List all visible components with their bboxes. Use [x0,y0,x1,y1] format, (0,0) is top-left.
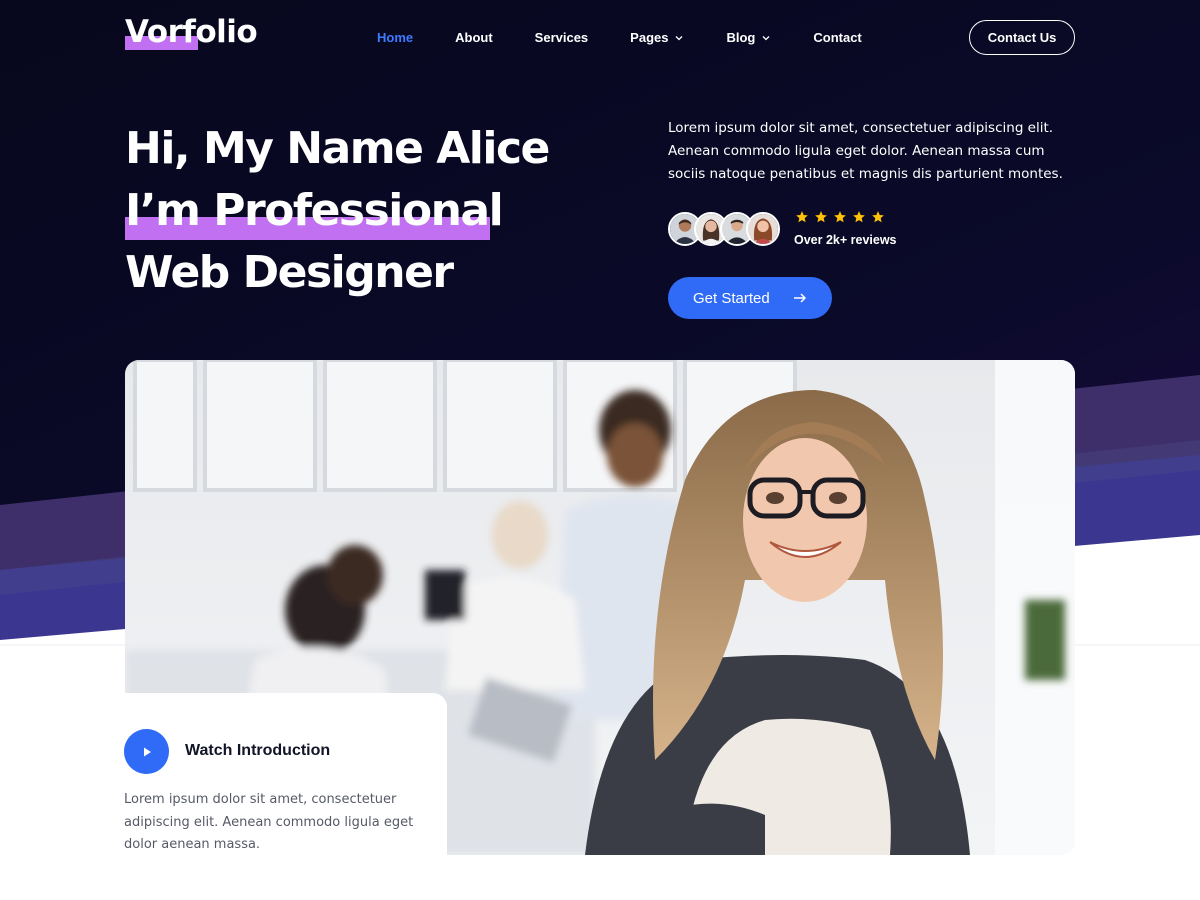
play-button[interactable] [124,729,169,774]
avatar [746,212,780,246]
chevron-down-icon [762,35,770,40]
star-icon [796,211,808,223]
arrow-right-icon [794,293,807,303]
nav-label-services: Services [534,30,589,45]
main-nav: Home About Services Pages Blog Contact [377,30,904,45]
get-started-button[interactable]: Get Started [668,277,832,319]
intro-title[interactable]: Watch Introduction [185,742,330,760]
star-icon [834,211,846,223]
nav-item-services[interactable]: Services [535,30,589,45]
intro-description: Lorem ipsum dolor sit amet, consectetuer… [124,792,414,852]
nav-label-about: About [455,30,493,45]
play-icon [143,747,151,756]
hero-line-3-text: Web Designer [125,247,454,298]
star-icon [872,211,884,223]
nav-item-about[interactable]: About [455,30,493,45]
nav-label-contact: Contact [813,30,862,45]
reviewer-avatars [668,212,780,246]
logo-text: Vorfolio [125,14,258,50]
contact-us-button[interactable]: Contact Us [969,20,1075,55]
rating-stars [795,210,890,224]
logo[interactable]: Vorfolio [125,14,258,50]
hero-title: Hi, My Name Alice I’m Professional Web D… [125,118,550,304]
star-icon [815,211,827,223]
nav-label-pages: Pages [630,30,669,45]
nav-label-home: Home [377,30,414,45]
nav-item-contact[interactable]: Contact [813,30,861,45]
nav-item-pages[interactable]: Pages [630,30,684,45]
hero-line-1-text: Hi, My Name Alice [125,123,550,174]
hero-description: Lorem ipsum dolor sit amet, consectetuer… [668,120,1063,182]
hero-line-2: I’m Professional [125,180,549,242]
hero-line-1: Hi, My Name Alice [125,118,550,180]
chevron-down-icon [676,35,683,40]
hero-line-3: Web Designer [125,242,549,304]
get-started-label: Get Started [693,289,770,307]
nav-item-home[interactable]: Home [377,30,413,45]
star-icon [853,211,865,223]
nav-label-blog: Blog [726,30,756,45]
reviews-count: Over 2k+ reviews [794,233,897,247]
nav-item-blog[interactable]: Blog [726,30,771,45]
hero-line-2-text: I’m Professional [125,185,504,236]
